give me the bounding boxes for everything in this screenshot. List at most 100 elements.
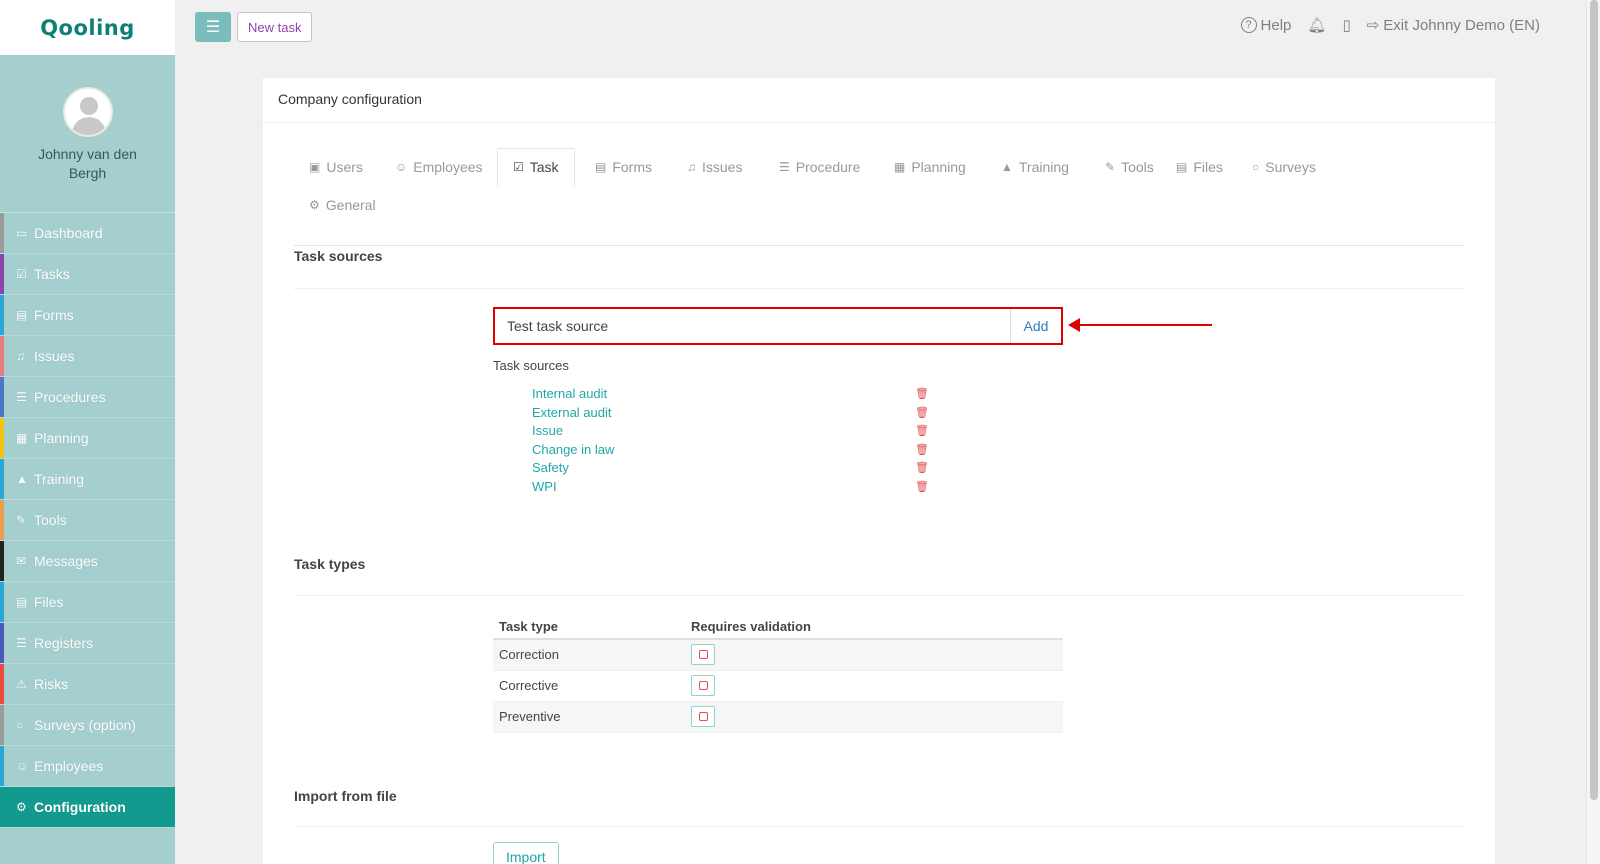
tab-label: Issues xyxy=(702,159,743,175)
sidebar-item-tasks[interactable]: ☑ Tasks xyxy=(0,254,175,295)
trash-icon[interactable]: 🗑︎ xyxy=(915,424,929,437)
requires-validation-cell xyxy=(685,670,1063,702)
tab-task[interactable]: ☑ Task xyxy=(497,148,575,186)
sidebar-item-label: Employees xyxy=(34,758,104,774)
sidebar-item-issues[interactable]: ♫ Issues xyxy=(0,336,175,377)
sidebar-item-label: Files xyxy=(34,594,64,610)
tab-label: Users xyxy=(326,159,363,175)
import-button[interactable]: Import xyxy=(493,842,559,864)
exit-link[interactable]: ⇨ Exit Johnny Demo (EN) xyxy=(1366,16,1540,35)
tab-procedure[interactable]: ☰ Procedure xyxy=(764,148,875,186)
trash-icon[interactable]: 🗑︎ xyxy=(915,387,929,400)
import-title: Import from file xyxy=(294,788,397,804)
wrench-icon: ✎ xyxy=(1105,160,1116,174)
sidebar-item-dashboard[interactable]: ▭ Dashboard xyxy=(0,213,175,254)
tab-training[interactable]: ▲ Training xyxy=(986,148,1084,186)
trash-icon[interactable]: 🗑︎ xyxy=(915,443,929,456)
trash-icon[interactable]: 🗑︎ xyxy=(915,406,929,419)
comment-icon: ○ xyxy=(1252,160,1260,174)
sidebar-item-files[interactable]: ▤ Files xyxy=(0,582,175,623)
task-source-link[interactable]: Issue xyxy=(532,423,563,438)
new-task-button[interactable]: New task xyxy=(237,12,313,42)
task-source-link[interactable]: External audit xyxy=(532,405,612,420)
app-logo[interactable]: Qooling xyxy=(40,16,135,40)
color-stripe xyxy=(0,295,4,335)
sidebar-item-label: Tasks xyxy=(34,266,70,282)
scroll-thumb[interactable] xyxy=(1590,0,1598,800)
sidebar-item-registers[interactable]: ☰ Registers xyxy=(0,623,175,664)
calendar-icon: ▦ xyxy=(894,160,906,174)
notifications-button[interactable]: 🔔︎ xyxy=(1307,16,1326,34)
trash-icon[interactable]: 🗑︎ xyxy=(915,480,929,493)
divider xyxy=(294,595,1464,596)
task-source-input[interactable]: Test task source xyxy=(495,309,1011,343)
divider xyxy=(294,288,1464,289)
color-stripe xyxy=(0,746,4,786)
sidebar-item-configuration[interactable]: ⚙ Configuration xyxy=(0,787,175,828)
tab-files[interactable]: ▤ Files xyxy=(1161,148,1238,186)
tab-label: Files xyxy=(1193,159,1223,175)
sidebar-item-risks[interactable]: ⚠ Risks xyxy=(0,664,175,705)
trash-icon[interactable]: 🗑︎ xyxy=(915,461,929,474)
task-types-table: Task type Requires validation Correction… xyxy=(493,614,1063,733)
task-source-link[interactable]: Change in law xyxy=(532,442,614,457)
tab-tools[interactable]: ✎ Tools xyxy=(1090,148,1169,186)
requires-validation-checkbox[interactable] xyxy=(691,706,715,727)
sidebar-item-label: Issues xyxy=(34,348,75,364)
gear-icon: ⚙ xyxy=(16,800,27,814)
page-scrollbar[interactable] xyxy=(1586,0,1600,864)
sidebar-item-training[interactable]: ▲ Training xyxy=(0,459,175,500)
sidebar-item-procedures[interactable]: ☰ Procedures xyxy=(0,377,175,418)
sidebar-item-surveys-option[interactable]: ○ Surveys (option) xyxy=(0,705,175,746)
file-icon: ▤ xyxy=(16,595,28,609)
sidebar-item-planning[interactable]: ▦ Planning xyxy=(0,418,175,459)
tab-general[interactable]: ⚙ General xyxy=(294,186,391,224)
tablet-button[interactable]: ▯ xyxy=(1342,16,1350,34)
tab-label: Employees xyxy=(413,159,483,175)
tab-employees[interactable]: ☺ Employees xyxy=(380,148,498,186)
sign-out-icon: ⇨ xyxy=(1366,17,1380,34)
color-stripe xyxy=(0,787,4,827)
list-icon: ☰ xyxy=(16,636,27,650)
tab-users[interactable]: ▣ Users xyxy=(294,148,378,186)
tab-label: Training xyxy=(1018,159,1069,175)
monitor-icon: ▭ xyxy=(16,226,28,240)
list-item: Safety 🗑︎ xyxy=(532,459,932,478)
gear-icon: ⚙ xyxy=(309,198,320,212)
tab-forms[interactable]: ▤ Forms xyxy=(580,148,667,186)
task-source-link[interactable]: Safety xyxy=(532,460,569,475)
file-icon: ▤ xyxy=(595,160,607,174)
file-icon: ▤ xyxy=(1176,160,1188,174)
task-source-link[interactable]: WPI xyxy=(532,479,557,494)
task-type-cell: Preventive xyxy=(493,701,685,733)
list-icon: ☰ xyxy=(779,160,790,174)
requires-validation-checkbox[interactable] xyxy=(691,675,715,696)
sidebar-item-tools[interactable]: ✎ Tools xyxy=(0,500,175,541)
task-type-cell: Correction xyxy=(493,639,685,671)
sidebar-item-label: Tools xyxy=(34,512,67,528)
task-sources-list-label: Task sources xyxy=(493,358,569,373)
column-header: Task type xyxy=(493,614,685,640)
sidebar-item-label: Procedures xyxy=(34,389,106,405)
requires-validation-checkbox[interactable] xyxy=(691,644,715,666)
sidebar-item-label: Training xyxy=(34,471,85,487)
task-source-link[interactable]: Internal audit xyxy=(532,386,607,401)
sidebar: Qooling Johnny van den Bergh ▭ Dashboard ☑… xyxy=(0,0,175,864)
tab-surveys[interactable]: ○ Surveys xyxy=(1237,148,1331,186)
sidebar-item-employees[interactable]: ☺ Employees xyxy=(0,746,175,787)
sidebar-item-forms[interactable]: ▤ Forms xyxy=(0,295,175,336)
tab-planning[interactable]: ▦ Planning xyxy=(879,148,981,186)
avatar[interactable] xyxy=(62,87,113,137)
tab-issues[interactable]: ♫ Issues xyxy=(672,148,757,186)
sidebar-item-label: Messages xyxy=(34,553,98,569)
menu-toggle-button[interactable]: ☰ xyxy=(195,12,231,42)
sidebar-item-messages[interactable]: ✉ Messages xyxy=(0,541,175,582)
users-icon: ☺ xyxy=(395,160,408,174)
add-button[interactable]: Add xyxy=(1011,309,1061,343)
column-header: Requires validation xyxy=(685,614,1063,640)
help-link[interactable]: ? Help xyxy=(1240,17,1291,34)
exit-label: Exit Johnny Demo (EN) xyxy=(1383,16,1540,34)
topbar-actions: ? Help 🔔︎ ▯ ⇨ Exit Johnny Demo (EN) xyxy=(1240,16,1540,35)
color-stripe xyxy=(0,213,4,253)
annotation-arrow xyxy=(1078,324,1212,326)
